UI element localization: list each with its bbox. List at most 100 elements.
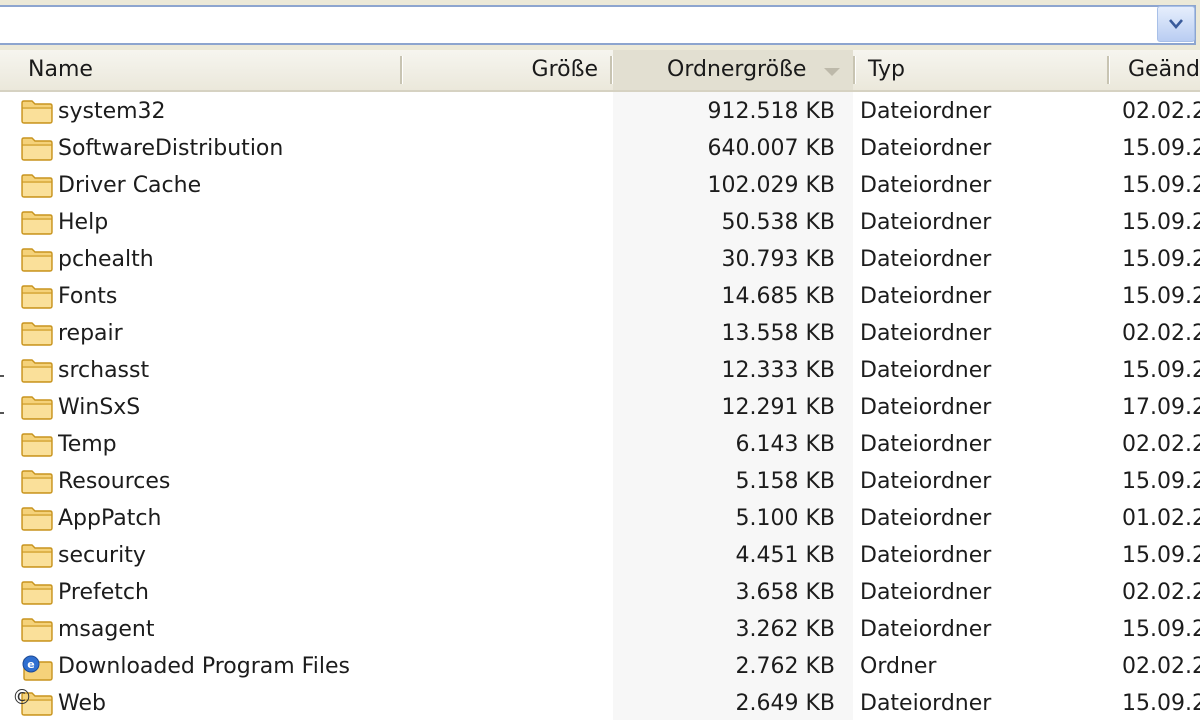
cell-name: SoftwareDistribution [58,136,284,161]
column-header-size[interactable]: Größe [402,50,610,90]
column-header-type[interactable]: Typ [856,50,1106,90]
folder-icon [21,470,53,494]
svg-text:e: e [27,658,34,671]
folder-icon [21,174,53,198]
copyright-mark: © [12,685,32,709]
column-headers: Name Größe Ordnergröße Typ Geände [0,50,1200,92]
table-row[interactable]: Help 50.538 KB Dateiordner 15.09.2 [0,204,1200,241]
table-row[interactable]: pchealth 30.793 KB Dateiordner 15.09.2 [0,241,1200,278]
cell-modified: 15.09.2 [1122,543,1200,568]
cell-name: AppPatch [58,506,162,531]
folder-icon [21,285,53,309]
row-icon [20,204,56,241]
cell-folder-size: 5.100 KB [735,506,836,531]
folder-icon [21,544,53,568]
cell-type: Dateiordner [860,284,992,309]
table-row[interactable]: srchasst 12.333 KB Dateiordner 15.09.2 [0,352,1200,389]
cell-type: Dateiordner [860,469,992,494]
cell-folder-size: 102.029 KB [707,173,836,198]
address-bar [0,0,1200,50]
ie-folder-icon: e [22,655,53,681]
row-icon: e [20,648,56,685]
folder-icon [21,248,53,272]
row-icon [20,241,56,278]
cell-type: Dateiordner [860,136,992,161]
cell-folder-size: 5.158 KB [735,469,836,494]
row-icon [20,167,56,204]
row-icon [20,130,56,167]
cell-name: Web [58,691,106,716]
cell-name: Prefetch [58,580,149,605]
cell-modified: 15.09.2 [1122,358,1200,383]
folder-icon [21,137,53,161]
folder-icon [21,100,53,124]
cell-name: Resources [58,469,171,494]
cell-type: Dateiordner [860,358,992,383]
row-icon [20,537,56,574]
table-row[interactable]: e Downloaded Program Files 2.762 KB Ordner 0… [0,648,1200,685]
cell-folder-size: 640.007 KB [707,136,836,161]
row-icon [20,352,56,389]
table-row[interactable]: Temp 6.143 KB Dateiordner 02.02.2 [0,426,1200,463]
cell-folder-size: 2.762 KB [735,654,836,679]
file-list: system32 912.518 KB Dateiordner 02.02.2 Soft… [0,92,1200,720]
row-icon [20,611,56,648]
cell-name: system32 [58,99,166,124]
address-input[interactable] [0,5,1196,45]
cell-type: Dateiordner [860,210,992,235]
cell-folder-size: 3.262 KB [735,617,836,642]
folder-icon [21,618,53,642]
address-dropdown-button[interactable] [1157,6,1195,42]
column-header-name[interactable]: Name [12,50,400,90]
cell-folder-size: 6.143 KB [735,432,836,457]
cell-modified: 02.02.2 [1122,432,1200,457]
row-icon [20,389,56,426]
cell-folder-size: 2.649 KB [735,691,836,716]
table-row[interactable]: WinSxS 12.291 KB Dateiordner 17.09.2 [0,389,1200,426]
row-icon [20,315,56,352]
folder-icon [21,507,53,531]
cell-name: pchealth [58,247,154,272]
cell-modified: 01.02.2 [1122,506,1200,531]
cell-type: Dateiordner [860,543,992,568]
folder-icon [21,322,53,346]
folder-icon [21,211,53,235]
folder-icon [21,433,53,457]
cell-name: WinSxS [58,395,141,420]
cell-type: Dateiordner [860,395,992,420]
table-row[interactable]: repair 13.558 KB Dateiordner 02.02.2 [0,315,1200,352]
column-header-folder-size[interactable]: Ordnergröße [613,50,853,90]
column-header-modified[interactable]: Geände [1110,50,1200,90]
table-row[interactable]: Prefetch 3.658 KB Dateiordner 02.02.2 [0,574,1200,611]
table-row[interactable]: security 4.451 KB Dateiordner 15.09.2 [0,537,1200,574]
cell-name: Driver Cache [58,173,202,198]
pane-edge-mark [0,375,4,377]
cell-modified: 15.09.2 [1122,469,1200,494]
cell-name: Help [58,210,109,235]
table-row[interactable]: system32 912.518 KB Dateiordner 02.02.2 [0,93,1200,130]
cell-modified: 02.02.2 [1122,321,1200,346]
cell-folder-size: 14.685 KB [721,284,836,309]
table-row[interactable]: msagent 3.262 KB Dateiordner 15.09.2 [0,611,1200,648]
cell-modified: 15.09.2 [1122,691,1200,716]
cell-folder-size: 4.451 KB [735,543,836,568]
table-row[interactable]: Fonts 14.685 KB Dateiordner 15.09.2 [0,278,1200,315]
table-row[interactable]: SoftwareDistribution 640.007 KB Dateiordne… [0,130,1200,167]
cell-modified: 17.09.2 [1122,395,1200,420]
cell-name: Temp [58,432,117,457]
table-row[interactable]: Web 2.649 KB Dateiordner 15.09.2 [0,685,1200,722]
table-row[interactable]: Driver Cache 102.029 KB Dateiordner 15.09.2 [0,167,1200,204]
cell-name: security [58,543,146,568]
table-row[interactable]: Resources 5.158 KB Dateiordner 15.09.2 [0,463,1200,500]
cell-name: Downloaded Program Files [58,654,350,679]
table-row[interactable]: AppPatch 5.100 KB Dateiordner 01.02.2 [0,500,1200,537]
cell-folder-size: 12.333 KB [721,358,836,383]
cell-folder-size: 13.558 KB [721,321,836,346]
sort-arrow-icon [824,68,840,76]
chevron-down-icon [1169,19,1183,29]
cell-modified: 02.02.2 [1122,99,1200,124]
cell-modified: 15.09.2 [1122,173,1200,198]
cell-folder-size: 12.291 KB [721,395,836,420]
cell-type: Dateiordner [860,617,992,642]
row-icon [20,463,56,500]
